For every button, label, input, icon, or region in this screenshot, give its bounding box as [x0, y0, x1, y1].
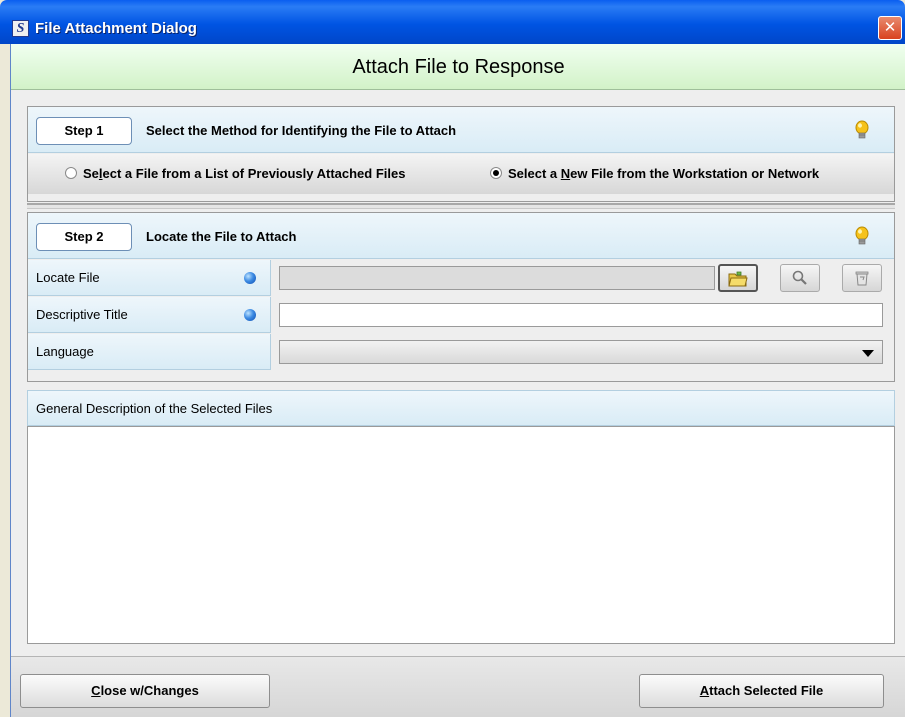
section-divider: [27, 203, 895, 209]
close-window-button[interactable]: ✕: [878, 16, 902, 40]
descriptive-title-row: Descriptive Title: [28, 297, 894, 334]
locate-file-label-cell: Locate File: [28, 260, 271, 296]
window-title: File Attachment Dialog: [35, 20, 197, 37]
locate-file-input[interactable]: [279, 266, 715, 290]
radio-label-part: Select a: [508, 166, 561, 181]
search-file-button[interactable]: [780, 264, 820, 292]
radio-label-part: Se: [83, 166, 99, 181]
step2-panel: Step 2 Locate the File to Attach Locate …: [27, 212, 895, 382]
language-row: Language: [28, 334, 894, 371]
clear-icon: [855, 271, 869, 286]
language-label-cell: Language: [28, 334, 271, 370]
radio-new-file[interactable]: Select a New File from the Workstation o…: [490, 166, 819, 181]
radio-previous-files[interactable]: Select a File from a List of Previously …: [65, 166, 405, 181]
locate-file-row: Locate File: [28, 260, 894, 297]
step1-title: Select the Method for Identifying the Fi…: [146, 123, 457, 138]
attach-button-mnemonic: A: [699, 683, 710, 698]
step2-header: Step 2 Locate the File to Attach: [28, 213, 894, 259]
required-indicator-icon: [244, 309, 256, 321]
footer-bar: Close w/Changes Attach Selected File: [11, 656, 905, 717]
step2-button[interactable]: Step 2: [36, 223, 132, 251]
description-header: General Description of the Selected File…: [27, 390, 895, 426]
descriptive-title-label: Descriptive Title: [36, 307, 128, 322]
chevron-down-icon[interactable]: [862, 350, 874, 357]
page-title: Attach File to Response: [11, 44, 905, 90]
descriptive-title-input[interactable]: [279, 303, 883, 327]
radio-circle-selected[interactable]: [490, 167, 502, 179]
radio-label-part: ew File from the Workstation or Network: [570, 166, 820, 181]
step2-title: Locate the File to Attach: [146, 229, 297, 244]
close-with-changes-button[interactable]: Close w/Changes: [20, 674, 270, 708]
close-button-label: lose w/Changes: [100, 683, 199, 698]
step1-button[interactable]: Step 1: [36, 117, 132, 145]
step1-panel: Step 1 Select the Method for Identifying…: [27, 106, 895, 202]
open-folder-icon: [728, 271, 748, 287]
close-button-mnemonic: C: [91, 683, 101, 698]
required-indicator-icon: [244, 272, 256, 284]
window-titlebar: S File Attachment Dialog ✕: [0, 0, 905, 44]
browse-folder-button[interactable]: [718, 264, 758, 292]
language-select[interactable]: [279, 340, 883, 364]
descriptive-title-label-cell: Descriptive Title: [28, 297, 271, 333]
radio-label-mnemonic: N: [560, 166, 571, 181]
search-icon: [792, 270, 807, 285]
attach-selected-file-button[interactable]: Attach Selected File: [639, 674, 884, 708]
app-icon: S: [12, 20, 29, 37]
clear-file-button[interactable]: [842, 264, 882, 292]
lightbulb-icon[interactable]: [854, 120, 870, 142]
description-textarea[interactable]: [27, 426, 895, 644]
locate-file-label: Locate File: [36, 270, 100, 285]
step1-header: Step 1 Select the Method for Identifying…: [28, 107, 894, 153]
attach-button-label: ttach Selected File: [709, 683, 824, 698]
radio-label-part: ect a File from a List of Previously Att…: [102, 166, 406, 181]
radio-circle[interactable]: [65, 167, 77, 179]
language-label: Language: [36, 344, 94, 359]
method-radio-group: Select a File from a List of Previously …: [28, 154, 894, 194]
dialog-body: Attach File to Response Step 1 Select th…: [10, 44, 905, 717]
lightbulb-icon[interactable]: [854, 226, 870, 248]
